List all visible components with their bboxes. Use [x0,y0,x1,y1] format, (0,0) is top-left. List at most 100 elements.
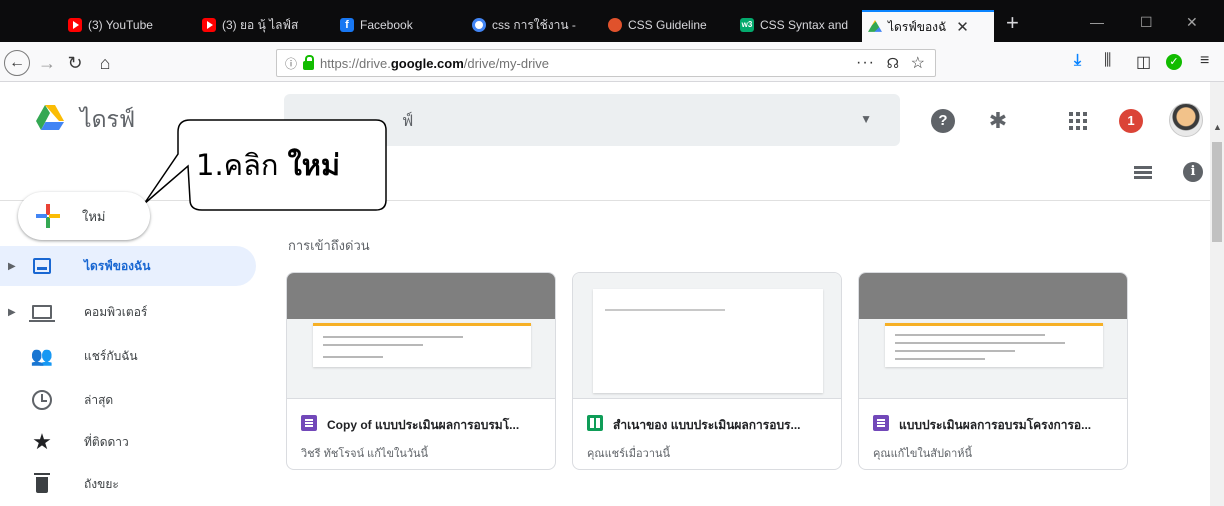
home-button[interactable]: ⌂ [92,50,118,76]
google-drive-icon [868,20,882,32]
google-forms-icon [873,415,889,431]
browser-window: (3) YouTube (3) ยอ นุ้ ไลฟ์ส f Facebook … [0,0,1224,506]
tab-facebook[interactable]: f Facebook [334,12,458,38]
new-button-label: ใหม่ [82,208,106,224]
library-icon[interactable]: ⫼ [1104,52,1111,70]
sidebar-item-label: ไดรฟ์ของฉัน [84,258,151,273]
computer-icon [29,300,55,324]
google-sheets-icon [587,415,603,431]
lock-icon [303,54,315,70]
new-tab-button[interactable]: + [1006,10,1019,36]
tab-bar: (3) YouTube (3) ยอ นุ้ ไลฟ์ส f Facebook … [0,0,1224,42]
my-drive-icon [30,254,54,278]
tab-youtube-live[interactable]: (3) ยอ นุ้ ไลฟ์ส [196,12,324,38]
file-card[interactable]: Copy of แบบประเมินผลการอบรมโ... วิชรี ทั… [286,272,556,470]
quick-access-title: การเข้าถึงด่วน [288,238,370,253]
file-thumbnail [859,273,1127,399]
file-thumbnail [287,273,555,399]
expand-arrow-icon[interactable]: ▶ [8,307,22,318]
site-info-icon[interactable]: ⓘ [285,55,297,72]
sidebar-item-trash[interactable]: ถังขยะ [0,464,256,504]
tab-label: CSS Guideline [628,18,707,32]
info-icon[interactable]: i [1183,162,1203,182]
google-drive-logo-icon [36,105,64,130]
file-activity: วิชรี ทัชโรจน์ แก้ไขในวันนี้ [301,448,429,460]
tab-label: CSS Syntax and [760,18,849,32]
sidebar-item-starred[interactable]: ★ ที่ติดดาว [0,422,256,462]
close-window-button[interactable]: ✕ [1186,14,1198,31]
shared-icon: 👥 [30,345,54,366]
bookmark-star-icon[interactable]: ☆ [911,53,925,73]
close-tab-icon[interactable]: ✕ [956,18,969,36]
sidebar-item-recent[interactable]: ล่าสุด [0,380,256,420]
help-icon[interactable]: ? [931,109,955,133]
tab-google-drive[interactable]: ไดรฟ์ของฉั ✕ [862,10,994,42]
search-options-icon[interactable]: ▼ [860,112,872,126]
minimize-button[interactable]: — [1090,14,1104,30]
list-view-icon[interactable] [1134,166,1152,180]
downloads-icon[interactable]: ⤓ [1074,52,1081,70]
tab-label: (3) YouTube [88,18,153,32]
file-activity: คุณแชร์เมื่อวานนี้ [587,448,671,460]
sidebar-item-computers[interactable]: ▶ คอมพิวเตอร์ [0,292,256,332]
google-forms-icon [301,415,317,431]
google-icon [472,18,486,32]
tab-label: ไดรฟ์ของฉั [888,19,947,34]
tab-label: (3) ยอ นุ้ ไลฟ์ส [222,17,299,32]
page-actions-button[interactable]: ··· [856,54,875,72]
notifications-icon[interactable]: 1 [1119,109,1143,133]
scrollbar[interactable]: ▲ [1210,82,1224,506]
extension-check-icon[interactable]: ✓ [1166,54,1182,70]
tab-label: Facebook [360,18,413,32]
file-name: Copy of แบบประเมินผลการอบรมโ... [327,418,520,432]
reload-button[interactable]: ↻ [62,50,88,76]
tab-css-syntax[interactable]: w3 CSS Syntax and [734,12,858,38]
file-name: สำเนาของ แบบประเมินผลการอบร... [613,418,801,432]
sidebar-item-label: ที่ติดดาว [84,434,129,449]
menu-icon[interactable]: ≡ [1200,52,1209,70]
sidebar-item-label: แชร์กับฉัน [84,348,138,363]
callout-text: 1.คลิก ใหม่ [196,148,341,182]
recent-icon [30,388,54,412]
sidebar-item-label: ถังขยะ [84,476,119,491]
css-icon [608,18,622,32]
forward-button[interactable]: → [34,50,60,76]
avatar[interactable] [1169,103,1203,137]
scroll-up-icon[interactable]: ▲ [1213,122,1222,132]
plus-icon [36,204,60,228]
w3schools-icon: w3 [740,18,754,32]
sidebar-item-label: ล่าสุด [84,392,114,407]
facebook-icon: f [340,18,354,32]
new-button[interactable]: ใหม่ [18,192,150,240]
youtube-icon [202,18,216,32]
apps-grid-icon[interactable] [1066,109,1090,133]
url-bar[interactable]: ⓘ https://drive.google.com/drive/my-driv… [276,49,936,77]
tab-css-guideline[interactable]: CSS Guideline [602,12,726,38]
file-card[interactable]: แบบประเมินผลการอบรมโครงการอ... คุณแก้ไขใ… [858,272,1128,470]
sidebar-toggle-icon[interactable]: ◫ [1136,52,1151,72]
trash-icon [30,472,54,496]
app-title: ไดรฟ์ [80,107,136,133]
tab-google-search[interactable]: css การใช้งาน - [466,12,594,38]
sidebar-item-shared[interactable]: 👥 แชร์กับฉัน [0,336,256,376]
file-name: แบบประเมินผลการอบรมโครงการอ... [899,418,1092,432]
file-activity: คุณแก้ไขในสัปดาห์นี้ [873,448,973,460]
tab-label: css การใช้งาน - [492,17,576,32]
back-button[interactable]: ← [4,50,30,76]
star-icon: ★ [32,429,52,454]
url-text[interactable]: https://drive.google.com/drive/my-drive [320,56,549,71]
pocket-icon[interactable]: ☊ [887,55,899,72]
navigation-bar: ← → ↻ ⌂ ⓘ https://drive.google.com/drive… [0,42,1224,82]
expand-arrow-icon[interactable]: ▶ [8,261,22,272]
youtube-icon [68,18,82,32]
scrollbar-thumb[interactable] [1212,142,1222,242]
tab-youtube[interactable]: (3) YouTube [62,12,186,38]
maximize-button[interactable]: ☐ [1140,14,1153,31]
sidebar-item-label: คอมพิวเตอร์ [84,304,148,319]
gear-icon[interactable]: ✱ [986,109,1010,133]
drive-page: ไดรฟ์ ฟ์ ▼ ? ✱ 1 i 1.คลิก ใหม่ ใหม่ ▶ ได… [0,82,1224,506]
file-card[interactable]: สำเนาของ แบบประเมินผลการอบร... คุณแชร์เม… [572,272,842,470]
file-thumbnail [573,273,841,399]
search-placeholder: ฟ์ [402,113,414,130]
sidebar-item-my-drive[interactable]: ▶ ไดรฟ์ของฉัน [0,246,256,286]
